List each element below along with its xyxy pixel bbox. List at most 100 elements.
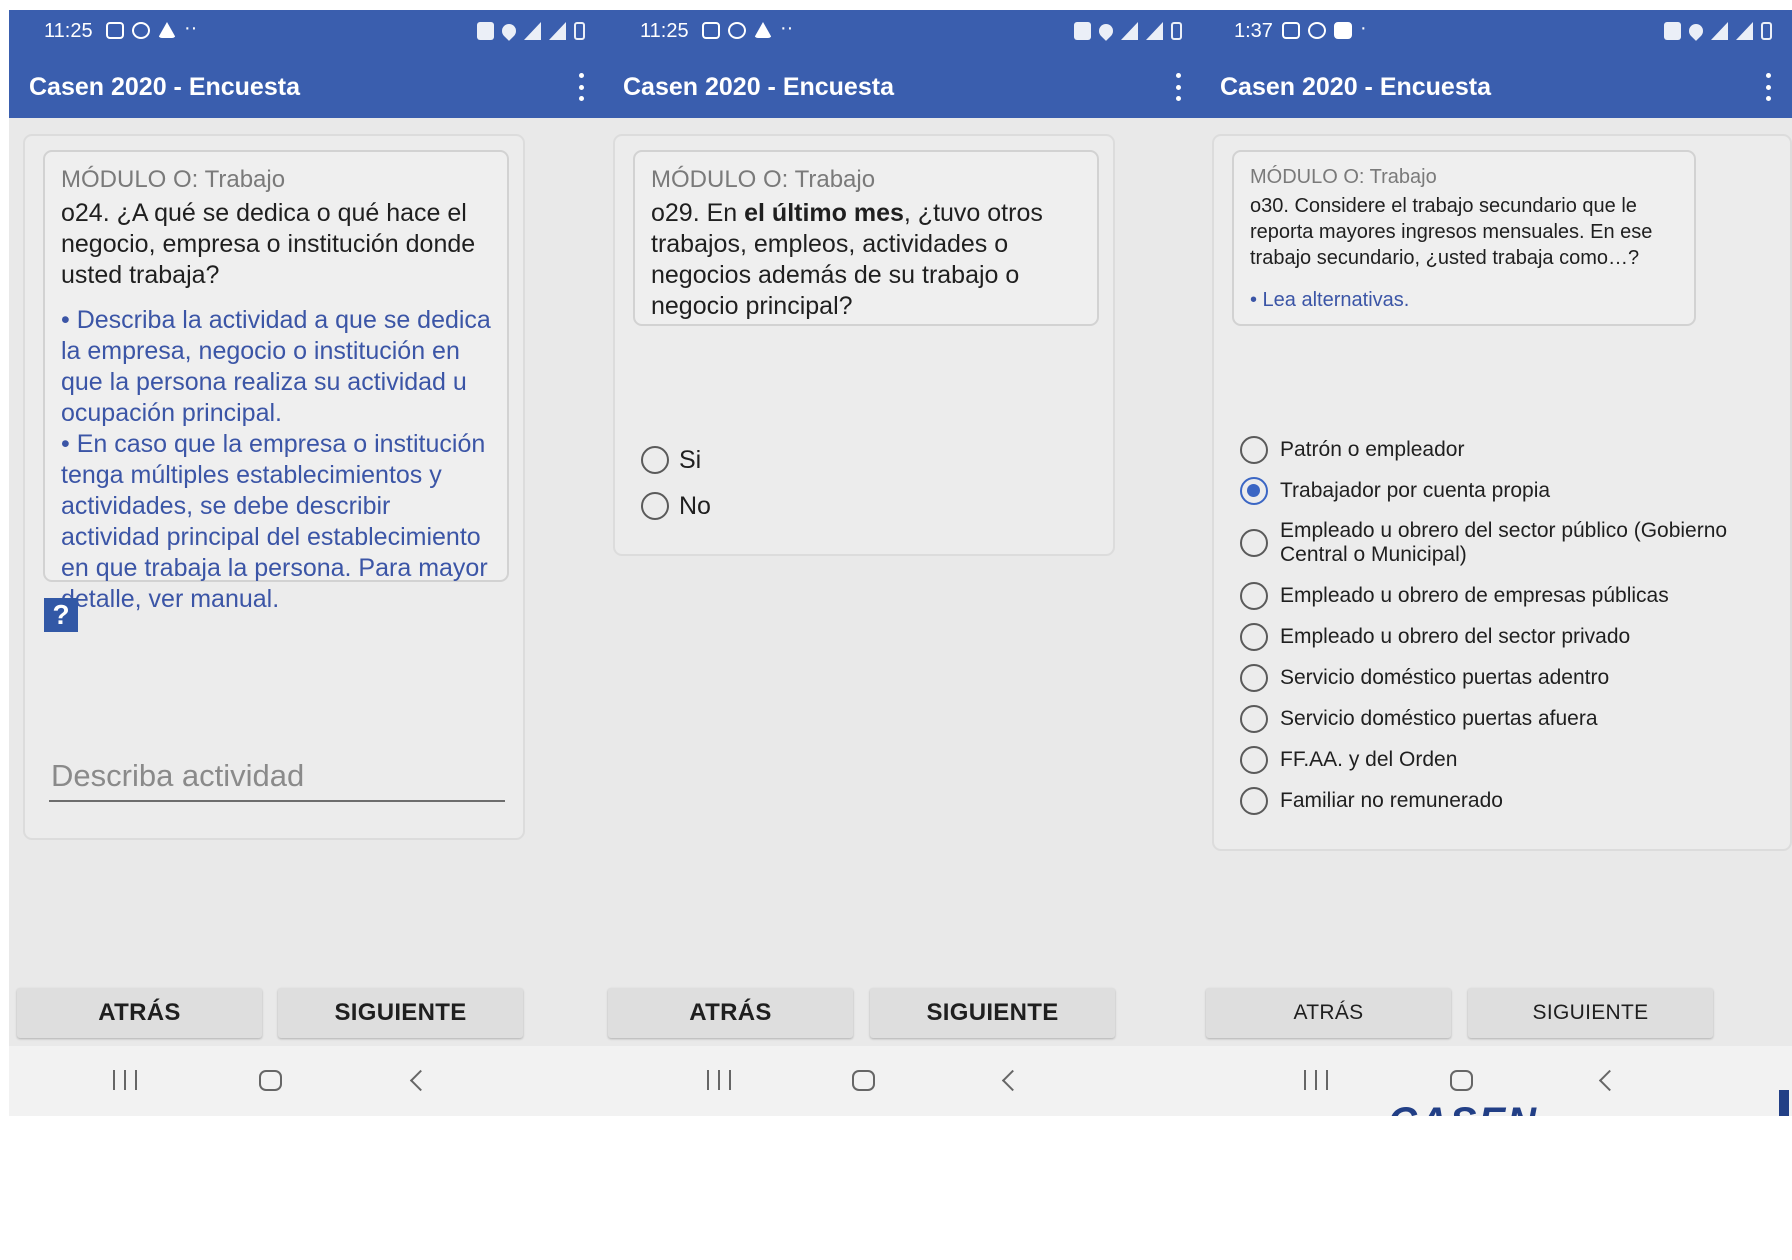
signal-icon — [1736, 22, 1753, 40]
back-icon[interactable] — [1598, 1069, 1621, 1092]
option-ffaa[interactable]: FF.AA. y del Orden — [1240, 739, 1750, 780]
option-cuenta-propia[interactable]: Trabajador por cuenta propia — [1240, 470, 1750, 511]
gallery-icon — [702, 22, 720, 39]
status-notification-icons: ·· — [702, 17, 802, 39]
option-si[interactable]: Si — [641, 437, 711, 483]
battery-icon — [574, 22, 585, 40]
option-familiar[interactable]: Familiar no remunerado — [1240, 780, 1750, 821]
wifi-icon — [524, 22, 541, 40]
mute-icon — [477, 22, 494, 40]
status-system-icons — [477, 21, 585, 41]
hint-text-2: • En caso que la empresa o institución t… — [61, 430, 488, 613]
options-group: Patrón o empleador Trabajador por cuenta… — [1240, 429, 1750, 821]
more-dots-icon: ·· — [184, 17, 198, 39]
phone-screen-o24: 11:25 ·· Casen 2020 - Encuesta MÓDULO O:… — [9, 10, 605, 1260]
app-title: Casen 2020 - Encuesta — [623, 73, 894, 101]
option-label: Familiar no remunerado — [1280, 788, 1503, 812]
option-label: Trabajador por cuenta propia — [1280, 478, 1551, 502]
status-notification-icons: · — [1282, 17, 1382, 39]
radio-unchecked-icon[interactable] — [1240, 581, 1268, 610]
options-group: Si No — [641, 437, 711, 529]
recents-icon[interactable] — [1304, 1070, 1328, 1090]
back-icon[interactable] — [409, 1069, 432, 1092]
bag-icon — [1334, 22, 1352, 39]
recents-icon[interactable] — [707, 1070, 731, 1090]
radio-unchecked-icon[interactable] — [1240, 435, 1268, 464]
status-system-icons — [1664, 21, 1772, 41]
screenshots-collage: 11:25 ·· Casen 2020 - Encuesta MÓDULO O:… — [9, 10, 1792, 1260]
option-domestico-adentro[interactable]: Servicio doméstico puertas adentro — [1240, 657, 1750, 698]
hint-text-1: • Describa la actividad a que se dedica … — [61, 306, 491, 427]
app-title: Casen 2020 - Encuesta — [1220, 73, 1491, 101]
alert-icon — [754, 22, 772, 38]
wifi-icon — [1711, 22, 1728, 40]
gallery-icon — [106, 22, 124, 39]
recents-icon[interactable] — [113, 1070, 137, 1090]
option-domestico-afuera[interactable]: Servicio doméstico puertas afuera — [1240, 698, 1750, 739]
option-sector-privado[interactable]: Empleado u obrero del sector privado — [1240, 616, 1750, 657]
back-button[interactable]: ATRÁS — [1206, 988, 1451, 1038]
option-empresas-publicas[interactable]: Empleado u obrero de empresas públicas — [1240, 575, 1750, 616]
wifi-icon — [1121, 22, 1138, 40]
dot-icon: · — [1360, 17, 1367, 39]
app-bar: Casen 2020 - Encuesta — [1202, 56, 1792, 118]
at-icon — [132, 22, 150, 39]
radio-unchecked-icon[interactable] — [641, 492, 669, 520]
app-bar: Casen 2020 - Encuesta — [9, 56, 605, 118]
module-label: MÓDULO O: Trabajo — [1250, 166, 1437, 188]
home-icon[interactable] — [852, 1070, 875, 1091]
radio-checked-icon[interactable] — [1240, 476, 1268, 505]
status-time: 11:25 — [640, 20, 689, 42]
option-label: Servicio doméstico puertas afuera — [1280, 706, 1598, 730]
hint-text: • Lea alternativas. — [1250, 289, 1410, 311]
question-text: o24. ¿A qué se dedica o qué hace el nego… — [61, 199, 476, 289]
option-patron[interactable]: Patrón o empleador — [1240, 429, 1750, 470]
option-sector-publico[interactable]: Empleado u obrero del sector público (Go… — [1240, 511, 1750, 575]
status-notification-icons: ·· — [106, 17, 206, 39]
activity-input[interactable] — [49, 758, 505, 802]
home-icon[interactable] — [259, 1070, 282, 1091]
mute-icon — [1664, 22, 1681, 40]
radio-unchecked-icon[interactable] — [1240, 704, 1268, 733]
system-nav-bar — [9, 1046, 605, 1116]
option-no[interactable]: No — [641, 483, 711, 529]
option-label: Empleado u obrero del sector privado — [1280, 624, 1631, 648]
at-icon — [728, 22, 746, 39]
status-bar: 11:25 ·· — [605, 10, 1202, 56]
more-dots-icon: ·· — [780, 17, 794, 39]
alert-icon — [158, 22, 176, 38]
signal-icon — [1146, 22, 1163, 40]
radio-unchecked-icon[interactable] — [641, 446, 669, 474]
more-vert-icon[interactable] — [571, 70, 591, 104]
casen-logo: CASEN20 — [1388, 1102, 1548, 1116]
location-icon — [499, 21, 519, 41]
back-icon[interactable] — [1001, 1069, 1024, 1092]
home-icon[interactable] — [1450, 1070, 1473, 1091]
page-background — [605, 1116, 1202, 1260]
next-button[interactable]: SIGUIENTE — [278, 988, 523, 1038]
more-vert-icon[interactable] — [1758, 70, 1778, 104]
option-label: Si — [679, 445, 702, 474]
logo-block — [1779, 1090, 1789, 1116]
help-button[interactable]: ? — [44, 598, 78, 632]
back-button[interactable]: ATRÁS — [17, 988, 262, 1038]
next-button[interactable]: SIGUIENTE — [870, 988, 1115, 1038]
mute-icon — [1074, 22, 1091, 40]
radio-unchecked-icon[interactable] — [1240, 622, 1268, 651]
radio-unchecked-icon[interactable] — [1240, 529, 1268, 557]
radio-unchecked-icon[interactable] — [1240, 663, 1268, 692]
page-background — [1202, 1116, 1792, 1260]
app-bar: Casen 2020 - Encuesta — [605, 56, 1202, 118]
module-label: MÓDULO O: Trabajo — [651, 166, 876, 193]
back-button[interactable]: ATRÁS — [608, 988, 853, 1038]
next-button[interactable]: SIGUIENTE — [1468, 988, 1713, 1038]
radio-unchecked-icon[interactable] — [1240, 745, 1268, 774]
location-icon — [1686, 21, 1706, 41]
phone-screen-o30: 1:37 · Casen 2020 - Encuesta MÓDULO O: T… — [1202, 10, 1792, 1260]
question-emphasis: el último mes — [744, 199, 904, 227]
more-vert-icon[interactable] — [1168, 70, 1188, 104]
option-label: Empleado u obrero de empresas públicas — [1280, 583, 1669, 607]
option-label: No — [679, 491, 711, 520]
status-bar: 11:25 ·· — [9, 10, 605, 56]
radio-unchecked-icon[interactable] — [1240, 786, 1268, 815]
